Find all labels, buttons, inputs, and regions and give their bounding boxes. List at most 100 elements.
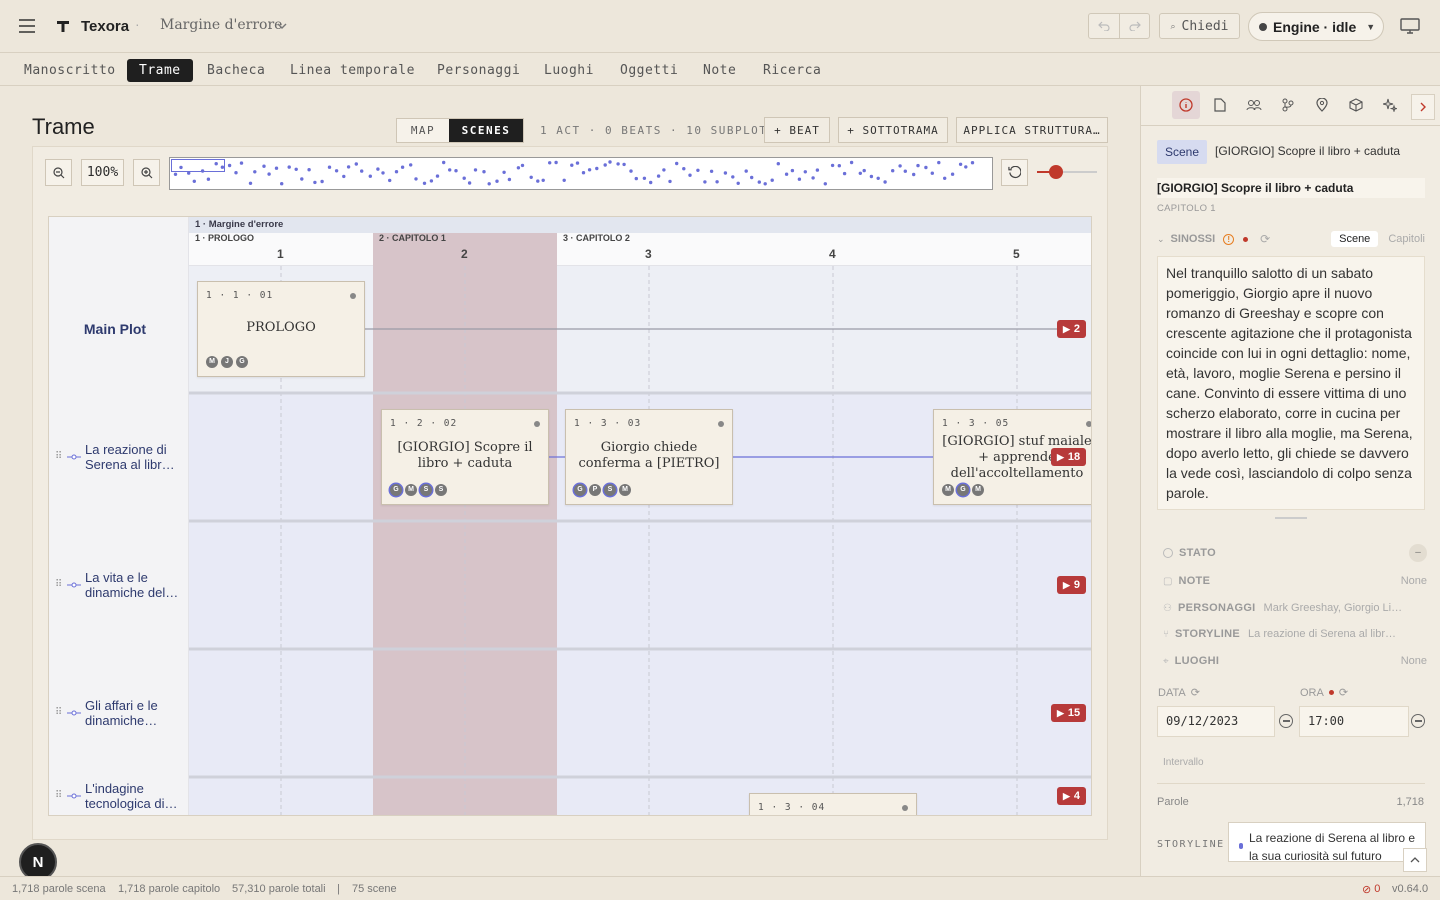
- zoom-level[interactable]: 100%: [81, 159, 124, 186]
- row-label-subplot-1[interactable]: La reazione di Serena al libr…: [85, 442, 181, 472]
- location-pin-icon[interactable]: [1308, 91, 1336, 119]
- status-pill[interactable]: –: [1409, 544, 1427, 562]
- scene-count-badge[interactable]: ▶ 18: [1051, 448, 1087, 466]
- avatar: G: [390, 484, 402, 496]
- scene-count-badge[interactable]: ▶ 4: [1057, 787, 1087, 805]
- zoom-out-button[interactable]: [45, 159, 72, 186]
- scene-card[interactable]: 1 · 3 · 03 Giorgio chiede conferma a [PI…: [565, 409, 733, 505]
- prop-stato[interactable]: STATO –: [1163, 544, 1427, 562]
- minimap-dot: [562, 178, 566, 182]
- scroll-top-button[interactable]: [1403, 848, 1427, 872]
- chevron-down-icon[interactable]: ⌄: [1157, 234, 1165, 245]
- scene-card[interactable]: 1 · 1 · 01 PROLOGO MJG: [197, 281, 365, 377]
- refresh-icon[interactable]: ⟳: [1260, 232, 1270, 246]
- prop-personaggi[interactable]: ⚇ PERSONAGGI Mark Greeshay, Giorgio Li…: [1163, 599, 1427, 617]
- row-label-main-plot[interactable]: Main Plot: [49, 321, 181, 337]
- minimap-dot: [307, 168, 311, 172]
- interval-link[interactable]: Intervallo: [1163, 757, 1204, 768]
- minimap-dot: [507, 177, 512, 182]
- chevron-down-icon[interactable]: [274, 18, 290, 34]
- minimap-dot: [487, 182, 491, 186]
- engine-status-button[interactable]: Engine · idle ▼: [1248, 12, 1384, 41]
- ask-button[interactable]: ⌕ Chiedi: [1159, 13, 1240, 39]
- row-label-subplot-4[interactable]: L'indagine tecnologica di…: [85, 781, 181, 811]
- apply-structure-button[interactable]: APPLICA STRUTTURA…: [956, 117, 1108, 143]
- refresh-icon[interactable]: ⟳: [1191, 686, 1200, 699]
- minimap-dot: [656, 174, 661, 178]
- scene-chip[interactable]: Scene: [1157, 140, 1208, 164]
- tab-ricerca[interactable]: Ricerca: [751, 59, 833, 82]
- scene-title-field[interactable]: [GIORGIO] Scopre il libro + caduta: [1157, 178, 1425, 198]
- resize-handle[interactable]: [1275, 517, 1307, 519]
- minimap-dot: [675, 161, 679, 166]
- menu-icon[interactable]: [16, 15, 38, 37]
- prop-luoghi[interactable]: ⌖ LUOGHI None: [1163, 652, 1427, 670]
- reset-view-button[interactable]: [1001, 159, 1028, 186]
- tab-bacheca[interactable]: Bacheca: [195, 59, 277, 82]
- monitor-icon[interactable]: [1398, 15, 1422, 37]
- minimap[interactable]: [169, 157, 993, 190]
- tab-linea-temporale[interactable]: Linea temporale: [278, 59, 427, 82]
- info-icon[interactable]: [1172, 91, 1200, 119]
- scene-ref: 1 · 3 · 03: [574, 418, 642, 429]
- drag-handle-icon[interactable]: ⠿: [55, 707, 62, 718]
- tab-oggetti[interactable]: Oggetti: [608, 59, 690, 82]
- chapter-label: CAPITOLO 1: [1157, 203, 1216, 214]
- tab-personaggi[interactable]: Personaggi: [425, 59, 532, 82]
- collapse-panel-button[interactable]: [1411, 94, 1435, 120]
- zoom-slider-thumb[interactable]: [1048, 165, 1063, 179]
- branch-icon[interactable]: [1274, 91, 1302, 119]
- tab-manoscritto[interactable]: Manoscritto: [12, 59, 128, 82]
- synopsis-textarea[interactable]: Nel tranquillo salotto di un sabato pome…: [1157, 256, 1425, 510]
- prop-label: STATO: [1179, 547, 1216, 559]
- scene-count-badge[interactable]: ▶ 15: [1051, 704, 1087, 722]
- minimap-dot: [388, 178, 392, 183]
- minimap-dot: [649, 180, 653, 185]
- zoom-in-button[interactable]: [133, 159, 160, 186]
- prop-storyline[interactable]: ⑂ STORYLINE La reazione di Serena al lib…: [1163, 625, 1427, 643]
- synopsis-tab-scene[interactable]: Scene: [1331, 231, 1379, 247]
- time-input[interactable]: 17:00: [1299, 706, 1409, 737]
- drag-handle-icon[interactable]: ⠿: [55, 790, 62, 801]
- document-icon[interactable]: [1206, 91, 1234, 119]
- project-name[interactable]: Margine d'errore: [160, 17, 282, 33]
- add-beat-button[interactable]: + BEAT: [764, 117, 830, 143]
- minimap-dot: [849, 160, 854, 165]
- row-label-subplot-2[interactable]: La vita e le dinamiche del…: [85, 570, 181, 600]
- drag-handle-icon[interactable]: ⠿: [55, 451, 62, 462]
- scene-card-selected[interactable]: 1 · 2 · 02 [GIORGIO] Scopre il libro + c…: [381, 409, 549, 505]
- branch-icon: ⑂: [1163, 628, 1169, 640]
- drag-handle-icon[interactable]: ⠿: [55, 579, 62, 590]
- scene-card[interactable]: 1 · 3 · 04: [749, 793, 917, 815]
- clear-date-icon[interactable]: [1279, 714, 1293, 728]
- prop-note[interactable]: ▢ NOTE None: [1163, 572, 1427, 590]
- top-bar: Texora · Margine d'errore ⌕ Chiedi Engin…: [0, 0, 1440, 53]
- app-name[interactable]: Texora: [81, 18, 129, 35]
- scene-count-badge[interactable]: ▶ 2: [1057, 320, 1087, 338]
- time-label: ORA: [1300, 686, 1324, 699]
- synopsis-tab-chapters[interactable]: Capitoli: [1388, 233, 1425, 245]
- people-icon[interactable]: [1240, 91, 1268, 119]
- toggle-scenes[interactable]: SCENES: [449, 119, 523, 142]
- error-indicator[interactable]: ⊘ 0: [1362, 883, 1380, 896]
- row-label-subplot-3[interactable]: Gli affari e le dinamiche…: [85, 698, 181, 728]
- minimap-viewport[interactable]: [171, 159, 225, 172]
- cube-icon[interactable]: [1342, 91, 1370, 119]
- minimap-dot: [715, 180, 719, 184]
- zoom-slider[interactable]: [1037, 164, 1097, 180]
- scene-count-badge[interactable]: ▶ 9: [1057, 576, 1087, 594]
- minimap-dot: [770, 178, 774, 182]
- tab-note[interactable]: Note: [691, 59, 748, 82]
- toggle-map[interactable]: MAP: [397, 119, 449, 142]
- storyline-footer-box[interactable]: La reazione di Serena al libro e la sua …: [1228, 822, 1426, 862]
- undo-icon[interactable]: [1089, 14, 1120, 38]
- add-subplot-button[interactable]: + SOTTOTRAMA: [838, 117, 948, 143]
- prop-value: None: [1400, 655, 1427, 667]
- date-input[interactable]: 09/12/2023: [1157, 706, 1275, 737]
- clear-time-icon[interactable]: [1411, 714, 1425, 728]
- redo-icon[interactable]: [1120, 14, 1150, 38]
- tab-luoghi[interactable]: Luoghi: [532, 59, 606, 82]
- sparkles-icon[interactable]: [1376, 91, 1404, 119]
- refresh-icon[interactable]: ⟳: [1339, 686, 1348, 699]
- tab-trame[interactable]: Trame: [127, 59, 193, 82]
